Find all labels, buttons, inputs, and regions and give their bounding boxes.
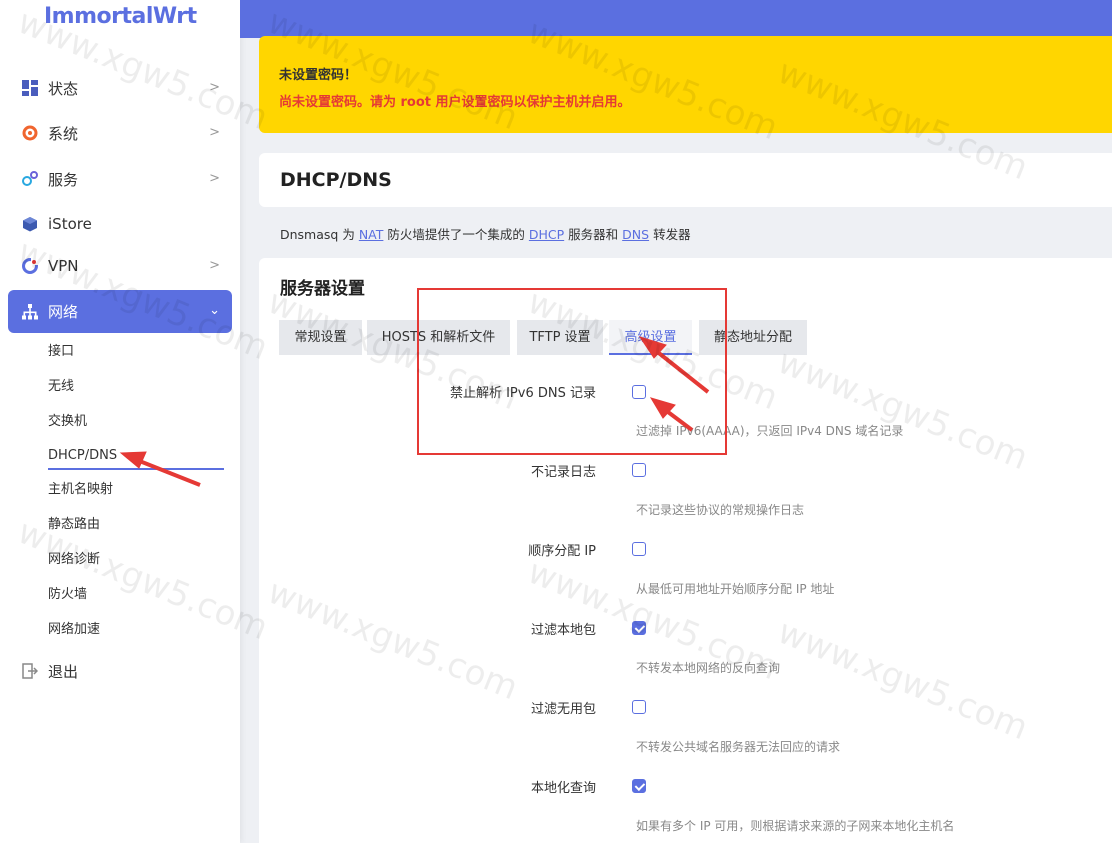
option-description: 从最低可用地址开始顺序分配 IP 地址 (636, 582, 835, 596)
sidebar-item-istore[interactable]: iStore (8, 204, 232, 244)
sidebar: ImmortalWrt 状态 > 系统 > 服务 > iStore VPN > (0, 0, 240, 843)
sidebar-item-label: 状态 (48, 79, 79, 98)
sidebar-subitem-firewall[interactable]: 防火墙 (48, 583, 87, 607)
option-checkbox-localise-queries[interactable] (632, 779, 646, 793)
option-checkbox-boguspriv[interactable] (632, 621, 646, 635)
sidebar-item-network[interactable]: 网络 ⌄ (8, 290, 232, 333)
section-title: 服务器设置 (280, 279, 365, 299)
box-icon (20, 214, 40, 234)
page-title: DHCP/DNS (259, 153, 1112, 207)
sidebar-subitem-static-routes[interactable]: 静态路由 (48, 513, 100, 537)
chevron-right-icon: > (209, 171, 220, 186)
annotation-highlight-box (417, 288, 727, 455)
sidebar-item-services[interactable]: 服务 > (8, 159, 232, 199)
sidebar-item-label: VPN (48, 257, 79, 275)
sidebar-subitem-interfaces[interactable]: 接口 (48, 340, 74, 364)
logout-icon (20, 661, 40, 681)
option-checkbox-sequential-ip[interactable] (632, 542, 646, 556)
sidebar-item-label: 网络 (48, 303, 79, 321)
sidebar-subitem-dhcp-dns[interactable]: DHCP/DNS (48, 444, 224, 470)
page-description: Dnsmasq 为 NAT 防火墙提供了一个集成的 DHCP 服务器和 DNS … (280, 224, 691, 243)
option-label: 本地化查询 (530, 781, 596, 796)
sidebar-subitem-hostnames[interactable]: 主机名映射 (48, 478, 113, 502)
option-description: 如果有多个 IP 可用，则根据请求来源的子网来本地化主机名 (636, 819, 955, 833)
desc-text: 防火墙提供了一个集成的 (387, 227, 525, 242)
services-icon (20, 169, 40, 189)
desc-text: Dnsmasq 为 (280, 227, 355, 242)
sidebar-item-label: 退出 (48, 662, 79, 681)
option-label: 过滤本地包 (530, 623, 596, 638)
sidebar-item-label: 系统 (48, 124, 79, 143)
sidebar-subitem-acceleration[interactable]: 网络加速 (48, 618, 100, 642)
chevron-right-icon: > (209, 258, 220, 273)
desc-text: 转发器 (653, 227, 691, 242)
option-label: 不记录日志 (530, 465, 596, 480)
sidebar-item-vpn[interactable]: VPN > (8, 246, 232, 286)
nat-link[interactable]: NAT (359, 227, 384, 242)
option-description: 不记录这些协议的常规操作日志 (636, 503, 805, 517)
option-checkbox-filterwin2k[interactable] (632, 700, 646, 714)
sidebar-item-logout[interactable]: 退出 (8, 651, 232, 691)
dashboard-icon (20, 78, 40, 98)
top-bar (240, 0, 1112, 38)
option-description: 不转发本地网络的反向查询 (636, 661, 781, 675)
chevron-down-icon: ⌄ (209, 303, 220, 318)
vpn-icon (20, 256, 40, 276)
tab-general[interactable]: 常规设置 (279, 320, 362, 355)
sidebar-subitem-diagnostics[interactable]: 网络诊断 (48, 548, 100, 572)
sidebar-item-label: iStore (48, 215, 92, 233)
sidebar-item-system[interactable]: 系统 > (8, 113, 232, 153)
option-label: 顺序分配 IP (528, 544, 596, 559)
option-label: 过滤无用包 (530, 702, 596, 717)
desc-text: 服务器和 (568, 227, 619, 242)
sidebar-subitem-switch[interactable]: 交换机 (48, 410, 87, 434)
password-alert: 未设置密码！ 尚未设置密码。请为 root 用户设置密码以保护主机并启用。 (259, 36, 1112, 133)
gear-icon (20, 123, 40, 143)
dhcp-link[interactable]: DHCP (529, 227, 564, 242)
alert-title: 未设置密码！ (279, 68, 358, 83)
brand-logo[interactable]: ImmortalWrt (44, 4, 197, 29)
alert-message: 尚未设置密码。请为 root 用户设置密码以保护主机并启用。 (279, 95, 631, 110)
chevron-right-icon: > (209, 125, 220, 140)
option-description: 不转发公共域名服务器无法回应的请求 (636, 740, 841, 754)
option-checkbox-quietdhcp[interactable] (632, 463, 646, 477)
sidebar-subitem-wireless[interactable]: 无线 (48, 375, 74, 399)
chevron-right-icon: > (209, 80, 220, 95)
network-icon (20, 302, 40, 322)
dns-link[interactable]: DNS (622, 227, 649, 242)
sidebar-item-label: 服务 (48, 170, 79, 189)
sidebar-item-status[interactable]: 状态 > (8, 68, 232, 108)
